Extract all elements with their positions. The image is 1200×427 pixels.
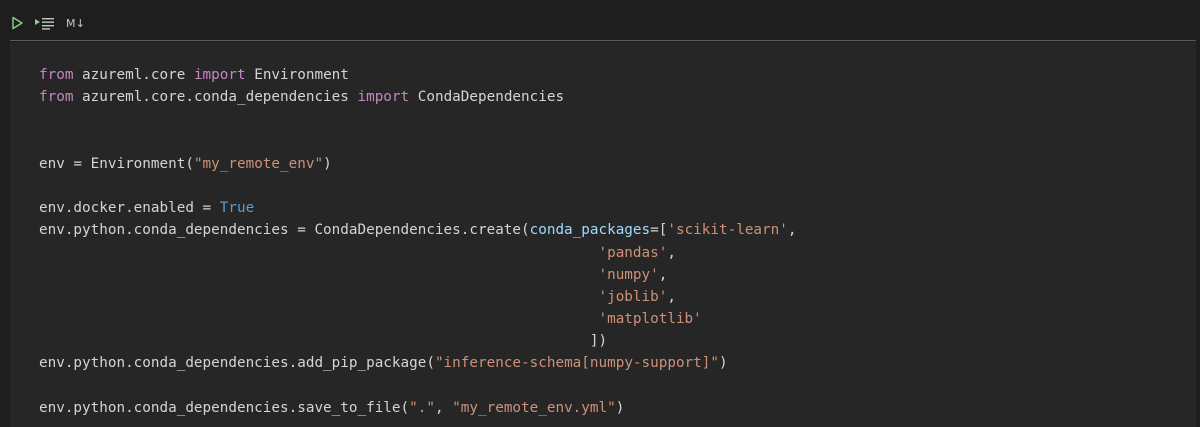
play-icon bbox=[12, 16, 23, 30]
code-token: , bbox=[787, 222, 797, 239]
code-line: ]) bbox=[39, 330, 796, 352]
code-line: env = Environment("my_remote_env") bbox=[39, 153, 796, 175]
code-token: 'pandas' bbox=[598, 244, 668, 261]
code-token: env.python.conda_dependencies.add_pip_pa… bbox=[39, 355, 435, 372]
code-token: , bbox=[434, 399, 453, 416]
code-token: 'scikit-learn' bbox=[667, 222, 788, 239]
code-token: from bbox=[39, 67, 74, 83]
code-token: ) bbox=[719, 355, 728, 372]
code-line: from azureml.core import Environment bbox=[39, 64, 796, 86]
code-line: 'numpy', bbox=[39, 264, 796, 286]
run-by-line-button[interactable] bbox=[34, 14, 56, 32]
code-token: CondaDependencies bbox=[409, 89, 565, 106]
code-token: ]) bbox=[39, 333, 608, 350]
code-token: ) bbox=[615, 399, 625, 416]
code-token: =[ bbox=[650, 222, 668, 239]
code-token: ) bbox=[323, 155, 332, 172]
code-line: env.python.conda_dependencies.add_pip_pa… bbox=[39, 352, 796, 374]
cell-toolbar: M↓ bbox=[10, 12, 85, 34]
code-line: 'joblib', bbox=[39, 286, 796, 308]
code-token: 'joblib' bbox=[598, 288, 668, 305]
code-token: True bbox=[219, 200, 255, 217]
toolbar-divider bbox=[10, 40, 1196, 41]
code-token: conda_packages bbox=[529, 222, 651, 239]
code-line: 'matplotlib' bbox=[39, 308, 796, 330]
code-token: env.python.conda_dependencies.save_to_fi… bbox=[39, 399, 410, 416]
code-token: env.python.conda_dependencies = CondaDep… bbox=[39, 222, 530, 239]
code-token: 'matplotlib' bbox=[598, 311, 702, 328]
code-line: from azureml.core.conda_dependencies imp… bbox=[39, 86, 796, 108]
code-line: env.python.conda_dependencies = CondaDep… bbox=[39, 219, 796, 241]
code-token: , bbox=[667, 244, 676, 261]
code-token: import bbox=[357, 89, 410, 106]
code-block[interactable]: from azureml.core import Environment from… bbox=[39, 64, 796, 419]
change-to-markdown-button[interactable]: M↓ bbox=[66, 14, 85, 32]
code-token: "my_remote_env" bbox=[193, 155, 324, 172]
code-token: azureml.core.conda_dependencies bbox=[73, 89, 358, 106]
code-token: "my_remote_env.yml" bbox=[452, 399, 616, 416]
run-cell-button[interactable] bbox=[10, 14, 24, 32]
code-token: 'numpy' bbox=[598, 266, 659, 283]
code-token: import bbox=[193, 67, 246, 83]
code-token: env.docker.enabled = bbox=[39, 200, 220, 217]
code-line: 'pandas', bbox=[39, 242, 796, 264]
run-by-line-icon bbox=[35, 18, 54, 30]
code-token: "inference-schema[numpy-support]" bbox=[434, 355, 719, 372]
code-line: env.python.conda_dependencies.save_to_fi… bbox=[39, 397, 796, 419]
code-line: env.docker.enabled = True bbox=[39, 197, 796, 219]
code-token: azureml.core bbox=[73, 67, 194, 83]
code-token: from bbox=[39, 89, 74, 106]
code-token: , bbox=[667, 288, 676, 305]
code-token: env = Environment( bbox=[39, 155, 194, 172]
code-token: Environment bbox=[245, 67, 349, 83]
code-token: , bbox=[658, 266, 668, 283]
code-token: "." bbox=[409, 399, 435, 416]
notebook-cell: M↓ from azureml.core import Environment f… bbox=[0, 0, 1200, 427]
